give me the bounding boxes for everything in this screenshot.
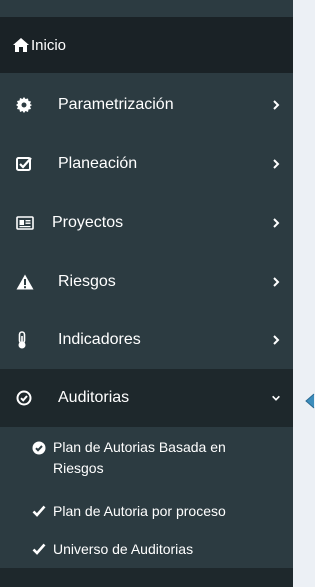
sidebar-item-label: Parametrización [58, 96, 174, 113]
check-icon [31, 541, 47, 557]
id-card-icon [16, 214, 38, 232]
active-pointer-icon [302, 392, 320, 412]
sidebar-item-label: Inicio [31, 36, 67, 54]
sidebar-item-planeacion[interactable]: Planeación [0, 135, 293, 193]
sidebar-item-parametrizacion[interactable]: Parametrización [0, 76, 293, 134]
sidebar-item-riesgos[interactable]: Riesgos [0, 253, 293, 311]
check-icon [31, 503, 47, 519]
sidebar-item-label: Auditorias [58, 389, 130, 406]
sidebar-item-label: Proyectos [52, 214, 124, 231]
auditorias-submenu: Plan de Autorias Basada en Riesgos Plan … [0, 427, 293, 567]
submenu-item-label: Plan de Autorias Basada en Riesgos [53, 439, 226, 476]
sidebar-item-proyectos[interactable]: Proyectos [0, 194, 293, 252]
thermometer-icon [16, 331, 38, 349]
sidebar: Inicio Parametrización Planeación Proyec… [0, 0, 293, 587]
sidebar-item-inicio[interactable]: Inicio [0, 17, 293, 73]
submenu-item-universo-auditorias[interactable]: Universo de Auditorias [0, 539, 293, 561]
home-icon [12, 37, 30, 53]
chevron-right-icon [271, 276, 281, 288]
sidebar-top-strip [0, 0, 293, 8]
chevron-right-icon [271, 334, 281, 346]
check-circle-icon [31, 440, 47, 456]
sidebar-item-label: Planeación [58, 155, 138, 172]
chevron-right-icon [271, 99, 281, 111]
submenu-item-plan-basada-riesgos[interactable]: Plan de Autorias Basada en Riesgos [0, 437, 293, 481]
check-square-icon [16, 155, 38, 173]
chevron-right-icon [271, 217, 281, 229]
warning-icon [16, 273, 38, 291]
sidebar-item-auditorias[interactable]: Auditorias [0, 369, 293, 427]
sidebar-item-label: Indicadores [58, 331, 141, 348]
submenu-item-label: Universo de Auditorias [53, 541, 194, 557]
sidebar-item-label: Riesgos [58, 273, 116, 290]
gear-icon [16, 96, 38, 114]
main-content [293, 0, 315, 587]
submenu-item-plan-por-proceso[interactable]: Plan de Autoria por proceso [0, 501, 293, 523]
chevron-right-icon [271, 158, 281, 170]
submenu-item-label: Plan de Autoria por proceso [53, 503, 226, 519]
sidebar-item-indicadores[interactable]: Indicadores [0, 311, 293, 369]
chevron-down-icon [271, 392, 281, 404]
check-circle-icon [16, 389, 38, 407]
sidebar-bottom-strip [0, 568, 293, 587]
